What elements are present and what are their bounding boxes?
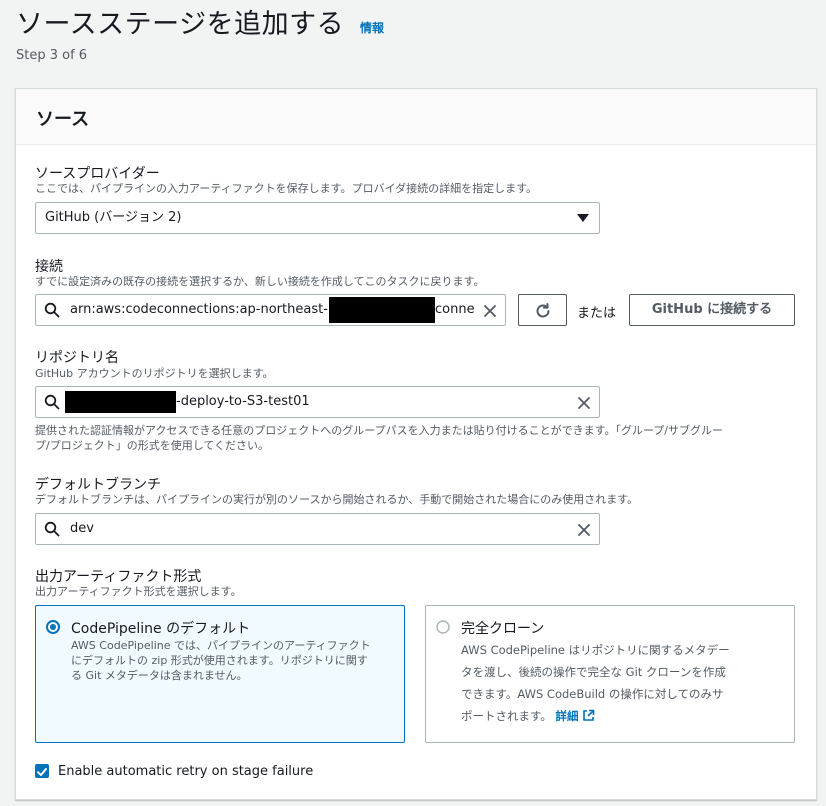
source-provider-description: ここでは、パイプラインの入力アーティファクトを保存します。プロバイダ接続の詳細を…	[35, 182, 538, 195]
or-text: または	[577, 306, 617, 321]
artifact-format-label: 出力アーティファクト形式	[35, 569, 202, 585]
option-default-desc-line3: る Git メタデータは含まれません。	[71, 669, 248, 682]
clear-icon[interactable]	[577, 522, 591, 541]
refresh-icon	[534, 302, 552, 332]
page-title: ソースステージを追加する	[16, 9, 345, 40]
repository-help-line1: 提供された認証情報がアクセスできる任意のプロジェクトへのグループパスを入力または…	[35, 424, 724, 437]
search-icon	[44, 302, 60, 322]
option-full-clone-desc-line2: タを渡し、後続の操作で完全な Git クローンを作成	[461, 665, 726, 679]
step-indicator: Step 3 of 6	[16, 48, 88, 63]
repository-value-suffix: -deploy-to-S3-test01	[176, 394, 310, 409]
default-branch-input[interactable]: dev	[35, 513, 600, 545]
connect-github-button[interactable]: GitHub に接続する	[629, 294, 795, 326]
default-branch-label: デフォルトブランチ	[35, 477, 161, 493]
detail-link[interactable]: 詳細	[556, 709, 579, 723]
option-default-desc-line1: AWS CodePipeline では、パイプラインのアーティファクト	[71, 639, 371, 652]
search-icon	[44, 394, 60, 414]
artifact-option-full-clone[interactable]: 完全クローン AWS CodePipeline はリポジトリに関するメタデー タ…	[425, 605, 795, 743]
checkmark-icon	[35, 764, 49, 783]
source-provider-label: ソースプロバイダー	[35, 166, 160, 182]
panel-header	[16, 89, 816, 145]
repository-label: リポジトリ名	[35, 350, 119, 366]
repository-help-line2: プ/プロジェクト」の形式を使用してください。	[35, 439, 270, 452]
clear-icon[interactable]	[483, 303, 497, 322]
artifact-option-default[interactable]: CodePipeline のデフォルト AWS CodePipeline では、…	[35, 605, 405, 743]
option-full-clone-desc-line4-text: ポートされます。	[461, 709, 552, 723]
caret-down-icon	[577, 214, 589, 222]
repository-input[interactable]: -deploy-to-S3-test01	[35, 386, 600, 418]
repository-description: GitHub アカウントのリポジトリを選択します。	[35, 367, 274, 380]
option-full-clone-title: 完全クローン	[461, 621, 545, 637]
connection-value-prefix: arn:aws:codeconnections:ap-northeast-1	[70, 302, 337, 317]
option-full-clone-desc-line4: ポートされます。 詳細	[461, 706, 595, 726]
option-default-title: CodePipeline のデフォルト	[71, 621, 251, 637]
connection-label: 接続	[35, 259, 63, 275]
option-default-desc-line2: にデフォルトの zip 形式が使用されます。リポジトリに関す	[71, 654, 368, 667]
default-branch-value: dev	[70, 521, 94, 536]
connection-input[interactable]: arn:aws:codeconnections:ap-northeast-1 c…	[35, 294, 506, 326]
source-provider-value: GitHub (バージョン 2)	[45, 210, 182, 225]
retry-label[interactable]: Enable automatic retry on stage failure	[58, 764, 313, 779]
artifact-format-description: 出力アーティファクト形式を選択します。	[35, 585, 242, 598]
radio-unselected-icon[interactable]	[436, 619, 450, 638]
refresh-button[interactable]	[518, 294, 567, 326]
clear-icon[interactable]	[577, 395, 591, 414]
default-branch-description: デフォルトブランチは、パイプラインの実行が別のソースから開始されるか、手動で開始…	[35, 493, 639, 506]
source-provider-select[interactable]: GitHub (バージョン 2)	[35, 202, 600, 234]
external-link-icon	[582, 709, 595, 723]
option-full-clone-desc-line3: できます。AWS CodeBuild の操作に対してのみサ	[461, 687, 724, 701]
panel-title: ソース	[36, 109, 90, 130]
info-link[interactable]: 情報	[360, 19, 384, 36]
option-full-clone-desc-line1: AWS CodePipeline はリポジトリに関するメタデー	[461, 643, 730, 657]
radio-selected-icon[interactable]	[46, 619, 60, 638]
redacted-block	[329, 297, 435, 323]
retry-checkbox[interactable]	[35, 764, 49, 778]
connection-description: すでに設定済みの既存の接続を選択するか、新しい接続を作成してこのタスクに戻ります…	[35, 275, 485, 288]
redacted-block	[65, 391, 176, 413]
search-icon	[44, 521, 60, 541]
connection-value-suffix: conne	[435, 302, 475, 317]
